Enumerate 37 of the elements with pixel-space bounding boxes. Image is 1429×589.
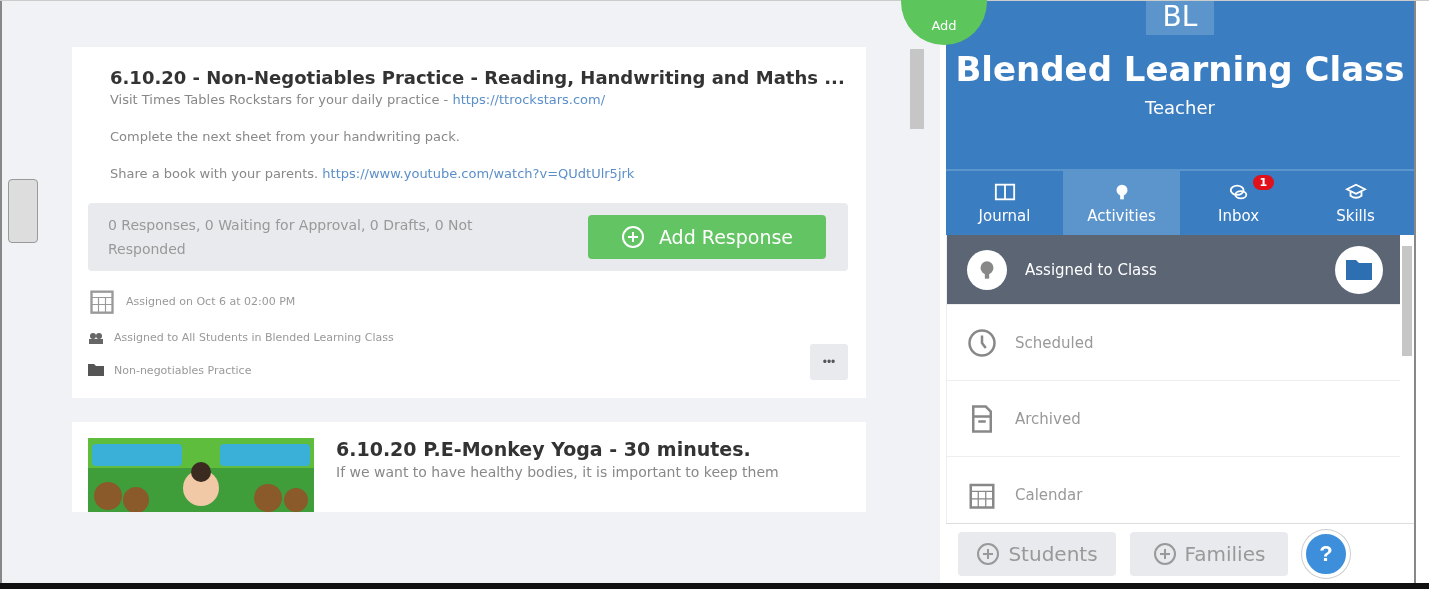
response-summary: 0 Responses, 0 Waiting for Approval, 0 Drafts, 0 Not Responded	[108, 216, 474, 259]
help-button[interactable]: ?	[1302, 529, 1350, 578]
more-button[interactable]: •••	[810, 344, 848, 380]
activity-meta: Assigned to All Students in Blended Learning Class	[114, 331, 394, 344]
nav-tab[interactable]: Activities	[1063, 171, 1180, 235]
activity-text: Complete the next sheet from your handwriting pack.	[110, 129, 461, 144]
people-icon	[88, 331, 104, 344]
link[interactable]: https://ttrockstars.com/	[452, 92, 606, 107]
scrollbar-thumb[interactable]	[1402, 246, 1412, 356]
notification-badge: 1	[1252, 175, 1275, 190]
folder-icon[interactable]	[1334, 244, 1384, 295]
plus-circle-icon	[620, 225, 645, 249]
book-icon	[993, 181, 1016, 203]
panel-handle[interactable]	[8, 179, 38, 243]
class-name: Blended Learning Class	[955, 49, 1405, 89]
activity-meta: Non-negotiables Practice	[114, 363, 252, 377]
link[interactable]: https://www.youtube.com/watch?v=QUdtUlr5jrk	[322, 166, 635, 181]
activity-meta: Assigned on Oct 6 at 02:00 PM	[126, 294, 296, 308]
class-role: Teacher	[1145, 97, 1215, 118]
activity-text: Share a book with your parents. https://www.youtube.com/watch?v=QUdtUlr5jrk	[110, 166, 636, 181]
clock-icon	[967, 327, 997, 358]
class-avatar: BL	[1146, 1, 1214, 35]
nav-tab[interactable]: Inbox 1	[1180, 171, 1297, 235]
nav-tab[interactable]: Skills	[1297, 171, 1414, 235]
folder-icon	[88, 364, 104, 376]
activity-title[interactable]: 6.10.20 P.E-Monkey Yoga - 30 minutes.	[336, 438, 779, 460]
add-people-button[interactable]: Families	[1130, 531, 1288, 576]
activity-filter-item[interactable]: Assigned to Class	[947, 235, 1400, 305]
activity-text: Visit Times Tables Rockstars for your daily practice - https://ttrockstars.com/	[110, 92, 607, 107]
nav-tab[interactable]: Journal	[946, 171, 1063, 235]
plus-circle-icon	[976, 541, 1001, 566]
scrollbar-thumb[interactable]	[910, 49, 924, 129]
plus-circle-icon	[1152, 541, 1177, 566]
activity-title[interactable]: 6.10.20 - Non-Negotiables Practice - Reading, Handwriting and Maths ...	[110, 67, 848, 88]
activity-text: If we want to have healthy bodies, it is important to keep them	[336, 464, 779, 480]
add-people-button[interactable]: Students	[958, 531, 1116, 576]
add-response-button[interactable]: Add Response	[588, 215, 826, 259]
